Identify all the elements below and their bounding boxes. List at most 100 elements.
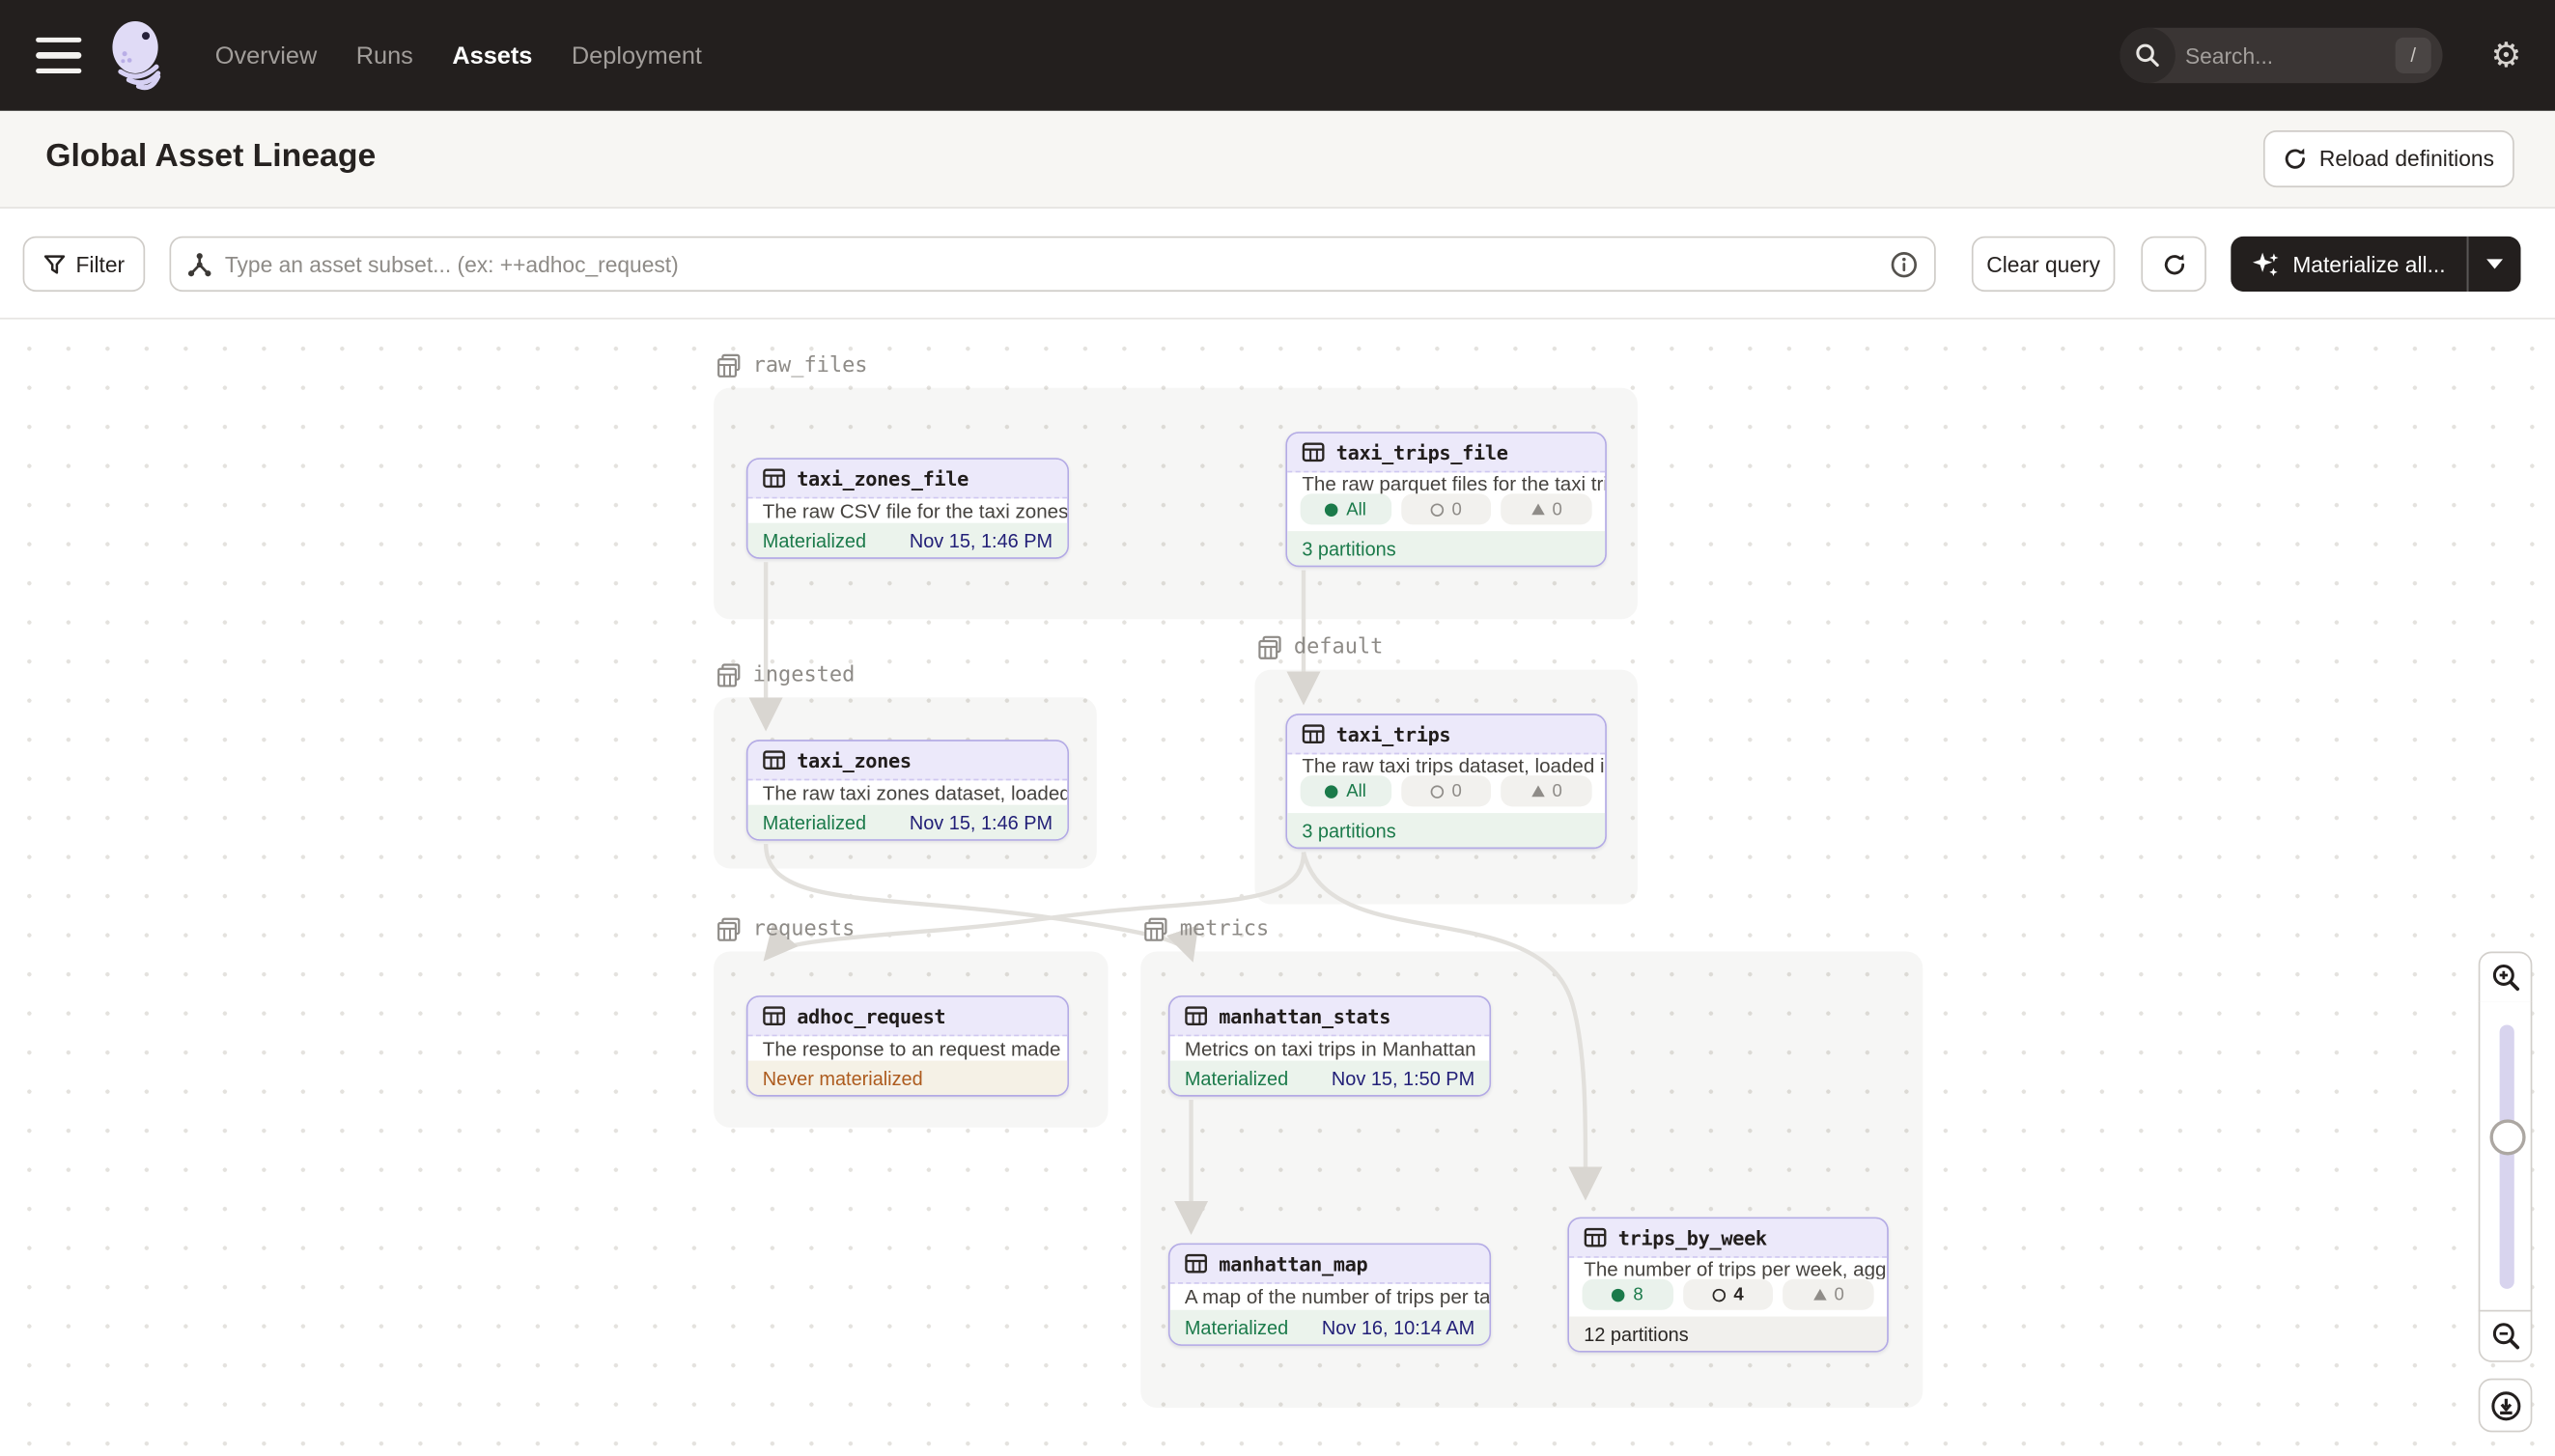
table-grid-icon [1185,1253,1208,1274]
filter-button[interactable]: Filter [23,237,146,292]
stacked-tables-icon [1258,635,1282,659]
stacked-tables-icon [717,663,742,687]
group-label-requests[interactable]: requests [717,917,856,941]
sparkle-icon [2252,250,2280,278]
asset-status-bar: 3 partitions [1287,531,1605,565]
missing-ring-icon [1712,1288,1726,1302]
table-grid-icon [763,1005,786,1026]
success-dot-icon [1325,785,1338,798]
missing-ring-icon [1431,785,1445,798]
zoom-slider-thumb[interactable] [2489,1119,2525,1155]
partitions-failed-pill: 0 [1783,1279,1874,1310]
group-label-raw-files[interactable]: raw_files [717,353,868,378]
stacked-tables-icon [1144,917,1168,941]
partition-health-pills: All 0 0 [1287,775,1605,813]
reload-definitions-button[interactable]: Reload definitions [2263,130,2514,187]
asset-description: Metrics on taxi trips in Manhattan [1170,1036,1490,1060]
status-label: Materialized [1185,1316,1288,1339]
download-image-button[interactable] [2479,1379,2533,1433]
partition-health-pills: All 0 0 [1287,493,1605,531]
table-grid-icon [1584,1227,1607,1248]
nav-item-runs[interactable]: Runs [356,42,413,70]
partitions-success-pill: 8 [1583,1279,1673,1310]
table-grid-icon [1302,723,1325,744]
gear-icon[interactable]: ⚙ [2480,28,2532,83]
dagster-logo-icon[interactable] [104,16,176,95]
search-shortcut-badge: / [2396,38,2431,73]
nav-item-deployment[interactable]: Deployment [572,42,702,70]
zoom-in-button[interactable] [2479,952,2533,1004]
asset-description: The raw taxi trips dataset, loaded into … [1287,754,1605,775]
asset-subset-input[interactable] [225,252,1877,276]
zoom-out-button[interactable] [2479,1310,2533,1362]
partitions-missing-pill: 0 [1401,775,1492,806]
asset-node-header: taxi_trips_file [1287,434,1605,473]
asset-node-taxi-zones-file[interactable]: taxi_zones_file The raw CSV file for the… [746,458,1069,559]
asset-status-bar: 12 partitions [1569,1317,1887,1351]
asset-graph-icon [187,252,211,276]
clear-query-button[interactable]: Clear query [1972,237,2116,292]
partitions-success-pill: All [1301,775,1391,806]
partitions-missing-pill: 4 [1683,1279,1774,1310]
menu-icon[interactable] [36,38,81,73]
success-dot-icon [1612,1288,1625,1302]
partitions-failed-pill: 0 [1502,775,1592,806]
asset-status-bar: Materialized Nov 15, 1:46 PM [748,805,1068,839]
page-title: Global Asset Lineage [45,138,376,176]
global-search[interactable]: / [2120,28,2442,83]
group-label-metrics[interactable]: metrics [1144,917,1270,941]
asset-status-bar: Materialized Nov 16, 10:14 AM [1170,1310,1490,1344]
asset-status-bar: Never materialized [748,1061,1068,1095]
asset-status-bar: Materialized Nov 15, 1:50 PM [1170,1061,1490,1095]
status-timestamp: Nov 15, 1:46 PM [910,811,1053,834]
partitions-success-pill: All [1301,493,1391,524]
asset-description: The raw taxi zones dataset, loaded int..… [748,780,1068,804]
success-dot-icon [1325,503,1338,517]
materialize-all-button[interactable]: Materialize all... [2231,237,2466,292]
status-label: Materialized [1185,1066,1288,1089]
asset-node-manhattan-stats[interactable]: manhattan_stats Metrics on taxi trips in… [1168,995,1491,1097]
primary-nav: Overview Runs Assets Deployment [215,42,702,70]
info-icon[interactable] [1891,250,1919,278]
asset-description: The response to an request made in th... [748,1036,1068,1060]
magnifier-minus-icon [2490,1322,2519,1351]
table-grid-icon [1185,1005,1208,1026]
asset-description: The raw CSV file for the taxi zones dat.… [748,498,1068,522]
asset-node-taxi-zones[interactable]: taxi_zones The raw taxi zones dataset, l… [746,740,1069,841]
asset-node-manhattan-map[interactable]: manhattan_map A map of the number of tri… [1168,1244,1491,1346]
asset-description: A map of the number of trips per taxi z.… [1170,1284,1490,1310]
asset-node-taxi-trips[interactable]: taxi_trips The raw taxi trips dataset, l… [1285,714,1606,849]
partition-health-pills: 8 4 0 [1569,1279,1887,1317]
page-header: Global Asset Lineage Reload definitions [0,111,2555,209]
nav-item-overview[interactable]: Overview [215,42,317,70]
nav-item-assets[interactable]: Assets [452,42,532,70]
asset-node-header: taxi_trips [1287,715,1605,755]
search-input[interactable] [2176,43,2396,68]
asset-node-header: taxi_zones [748,742,1068,781]
status-timestamp: Nov 16, 10:14 AM [1322,1316,1474,1339]
partitions-failed-pill: 0 [1502,493,1592,524]
asset-status-bar: 3 partitions [1287,813,1605,847]
status-label: Materialized [763,811,866,834]
group-label-default[interactable]: default [1258,635,1384,659]
zoom-slider[interactable] [2479,1002,2533,1312]
group-label-ingested[interactable]: ingested [717,663,856,687]
asset-node-trips-by-week[interactable]: trips_by_week The number of trips per we… [1567,1218,1888,1353]
materialize-all-split-button: Materialize all... [2231,237,2520,292]
failed-triangle-icon [1531,503,1545,515]
asset-status-bar: Materialized Nov 15, 1:46 PM [748,523,1068,557]
refresh-button[interactable] [2141,237,2206,292]
asset-description: The raw parquet files for the taxi trips… [1287,472,1605,493]
asset-node-adhoc-request[interactable]: adhoc_request The response to an request… [746,995,1069,1097]
top-navbar: Overview Runs Assets Deployment / ⚙ [0,0,2555,111]
asset-node-taxi-trips-file[interactable]: taxi_trips_file The raw parquet files fo… [1285,432,1606,567]
materialize-dropdown-button[interactable] [2467,237,2521,292]
search-icon [2120,28,2175,83]
refresh-icon [2161,252,2185,276]
global-asset-lineage-page: Overview Runs Assets Deployment / ⚙ Glob… [0,0,2555,1456]
asset-subset-field [170,237,1936,292]
status-label: Materialized [763,529,866,552]
funnel-icon [43,253,65,274]
status-timestamp: Nov 15, 1:50 PM [1332,1066,1474,1089]
asset-description: The number of trips per week, aggreg... [1569,1258,1887,1279]
